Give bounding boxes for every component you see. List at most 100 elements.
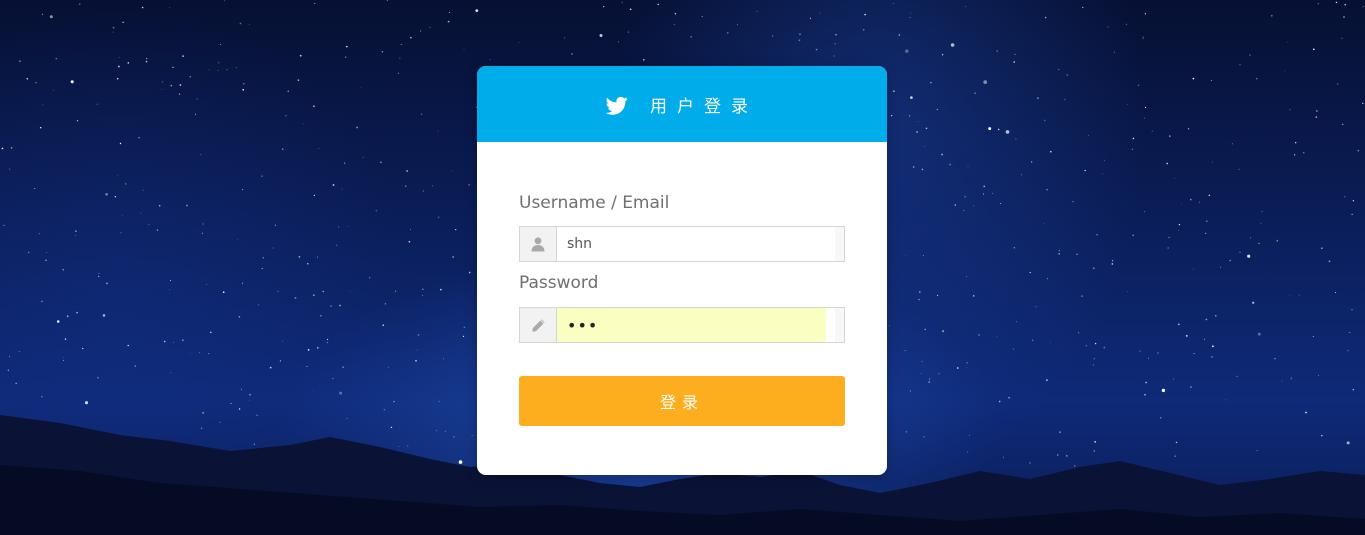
star	[942, 330, 945, 333]
star	[62, 269, 64, 271]
star	[701, 16, 703, 17]
star	[1050, 150, 1052, 153]
star	[9, 355, 11, 358]
star	[1298, 294, 1300, 296]
star	[1088, 135, 1089, 136]
star	[1321, 247, 1323, 249]
star	[350, 290, 351, 292]
star	[964, 196, 966, 198]
star	[127, 62, 130, 64]
star	[313, 105, 315, 108]
star	[9, 168, 11, 170]
star	[921, 168, 924, 171]
star	[1352, 200, 1355, 202]
username-field[interactable]	[557, 227, 826, 261]
star	[163, 340, 166, 343]
star	[1192, 268, 1194, 270]
star	[76, 311, 78, 314]
star	[96, 103, 98, 105]
star	[117, 175, 118, 176]
star	[327, 338, 329, 341]
star	[375, 210, 377, 212]
star	[1211, 356, 1213, 358]
login-button[interactable]: 登录	[519, 376, 845, 426]
star	[356, 126, 358, 129]
star	[316, 346, 319, 349]
star	[571, 53, 573, 55]
password-field[interactable]	[557, 308, 826, 342]
star	[1336, 83, 1339, 85]
star	[196, 98, 198, 100]
star	[463, 48, 465, 50]
star	[910, 96, 913, 99]
star	[756, 10, 758, 12]
star	[468, 184, 470, 186]
star	[70, 80, 74, 84]
star	[1, 147, 4, 150]
star	[1289, 109, 1291, 111]
star	[217, 62, 220, 64]
star	[307, 263, 309, 265]
star	[917, 120, 919, 122]
star	[34, 188, 36, 190]
star	[369, 277, 371, 279]
star	[603, 6, 605, 8]
star	[362, 156, 364, 158]
star	[1344, 196, 1346, 198]
star	[172, 66, 174, 69]
star	[399, 57, 401, 59]
star	[727, 32, 729, 34]
star	[1362, 6, 1364, 8]
star	[1015, 138, 1017, 140]
star	[1142, 36, 1144, 38]
star	[116, 77, 119, 80]
star	[182, 339, 184, 342]
star	[924, 146, 926, 148]
star	[1114, 51, 1115, 53]
star	[916, 131, 918, 133]
star	[949, 163, 951, 166]
star	[1094, 342, 1097, 345]
star	[772, 35, 774, 37]
star	[318, 147, 320, 149]
star	[1335, 292, 1337, 294]
star	[141, 6, 144, 9]
star	[287, 90, 289, 92]
star	[394, 290, 397, 292]
star	[1347, 349, 1349, 352]
star	[1102, 173, 1104, 175]
star	[1258, 242, 1260, 245]
star	[1293, 154, 1296, 156]
star	[954, 204, 957, 206]
star	[98, 272, 100, 274]
star	[1103, 346, 1106, 349]
star	[415, 359, 417, 362]
star	[1289, 295, 1291, 297]
star	[170, 372, 172, 374]
password-field-edge	[835, 308, 844, 342]
star	[182, 55, 184, 57]
star	[1044, 16, 1047, 19]
star	[1132, 137, 1135, 140]
star	[996, 336, 998, 338]
star	[674, 13, 677, 15]
star	[1015, 321, 1017, 323]
star	[1257, 332, 1261, 336]
star	[127, 344, 129, 347]
star	[922, 255, 924, 256]
star	[317, 256, 318, 258]
star	[179, 84, 182, 86]
star	[1077, 332, 1080, 334]
star	[384, 303, 386, 305]
star	[1000, 202, 1002, 204]
star	[140, 212, 142, 214]
star	[966, 362, 968, 364]
star	[195, 113, 197, 115]
star	[835, 33, 837, 36]
password-label: Password	[519, 273, 599, 293]
star	[1284, 70, 1286, 72]
star	[475, 9, 479, 12]
star	[360, 87, 362, 89]
star	[1239, 64, 1241, 66]
star	[1249, 237, 1251, 239]
